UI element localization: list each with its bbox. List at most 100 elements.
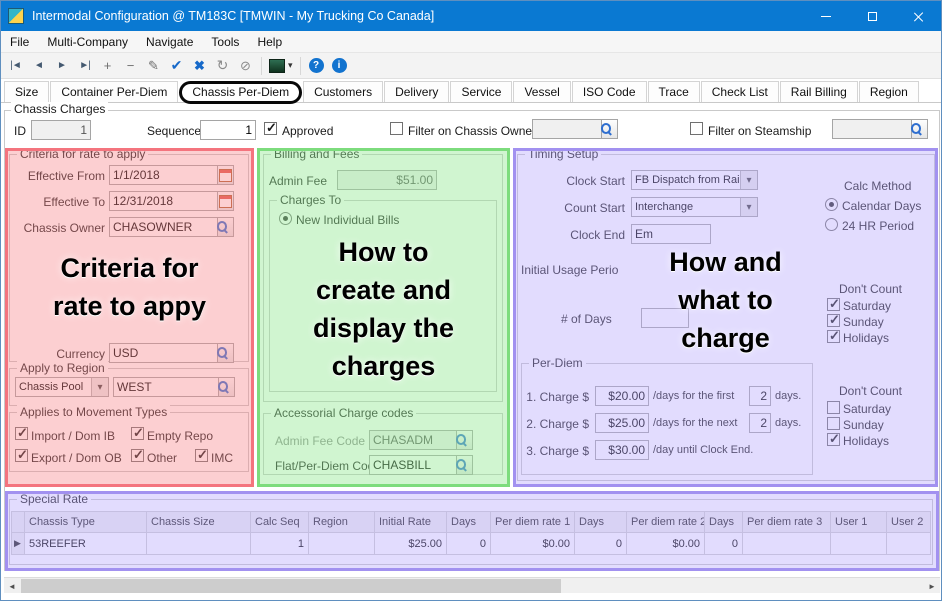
id-field[interactable]: 1 <box>31 120 91 140</box>
edit-record-icon[interactable]: ✎ <box>143 56 164 76</box>
reports-dropdown-icon[interactable]: ▾ <box>288 60 293 71</box>
export-dom-ob-label[interactable]: Export / Dom OB <box>31 451 122 465</box>
tab-check-list[interactable]: Check List <box>701 81 779 102</box>
empty-repo-label[interactable]: Empty Repo <box>147 429 213 443</box>
col-per-diem-rate-3[interactable]: Per diem rate 3 <box>743 511 831 533</box>
table-row[interactable]: ▶ 53REEFER 1 $25.00 0 $0.00 0 $0.00 0 <box>11 533 931 555</box>
filter-steamship-lookup-button[interactable] <box>911 119 928 139</box>
other-checkbox[interactable] <box>131 449 144 462</box>
charge3-amount-field[interactable]: $30.00 <box>595 440 649 460</box>
minimize-button[interactable] <box>803 1 849 31</box>
filter-steamship-field[interactable] <box>832 119 912 139</box>
chassis-owner-field[interactable]: CHASOWNER <box>109 217 218 237</box>
charge2-days-field[interactable]: 2 <box>749 413 771 433</box>
abort-icon[interactable]: ⊘ <box>235 56 256 76</box>
filter-chassis-owner-checkbox[interactable] <box>390 122 403 135</box>
admin-fee-field[interactable]: $51.00 <box>337 170 437 190</box>
menu-tools[interactable]: Tools <box>202 31 248 52</box>
tab-rail-billing[interactable]: Rail Billing <box>780 81 858 102</box>
filter-chassis-owner-label[interactable]: Filter on Chassis Owner <box>408 124 536 138</box>
effective-from-field[interactable]: 1/1/2018 <box>109 165 218 185</box>
close-button[interactable] <box>895 1 941 31</box>
next-record-icon[interactable]: ► <box>51 56 72 76</box>
tab-region[interactable]: Region <box>859 81 919 102</box>
filter-steamship-checkbox[interactable] <box>690 122 703 135</box>
cancel-icon[interactable]: ✖ <box>189 56 210 76</box>
admin-fee-code-lookup-button[interactable] <box>456 430 473 450</box>
24hr-period-radio[interactable] <box>825 218 838 231</box>
scroll-left-icon[interactable]: ◄ <box>4 578 20 594</box>
chassis-owner-lookup-button[interactable] <box>217 217 234 237</box>
reports-button[interactable]: ▾ <box>267 56 295 76</box>
col-days-3[interactable]: Days <box>705 511 743 533</box>
other-label[interactable]: Other <box>147 451 177 465</box>
dont-count-top-saturday-checkbox[interactable] <box>827 298 840 311</box>
effective-to-field[interactable]: 12/31/2018 <box>109 191 218 211</box>
previous-record-icon[interactable]: ◄ <box>28 56 49 76</box>
import-dom-ib-label[interactable]: Import / Dom IB <box>31 429 115 443</box>
count-start-dropdown[interactable]: Interchange <box>631 197 758 217</box>
help-button[interactable]: ? <box>306 56 327 76</box>
col-per-diem-rate-1[interactable]: Per diem rate 1 <box>491 511 575 533</box>
col-initial-rate[interactable]: Initial Rate <box>375 511 447 533</box>
sequence-field[interactable]: 1 <box>200 120 256 140</box>
menu-multi-company[interactable]: Multi-Company <box>38 31 137 52</box>
chassis-pool-dropdown[interactable]: Chassis Pool <box>15 377 109 397</box>
col-chassis-type[interactable]: Chassis Type <box>25 511 147 533</box>
filter-steamship-label[interactable]: Filter on Steamship <box>708 124 811 138</box>
col-region[interactable]: Region <box>309 511 375 533</box>
tab-customers[interactable]: Customers <box>303 81 383 102</box>
col-user-1[interactable]: User 1 <box>831 511 887 533</box>
delete-record-icon[interactable]: − <box>120 56 141 76</box>
scroll-right-icon[interactable]: ► <box>924 578 940 594</box>
tab-iso-code[interactable]: ISO Code <box>572 81 647 102</box>
clock-start-dropdown[interactable]: FB Dispatch from Rail Yard <box>631 170 758 190</box>
horizontal-scrollbar[interactable]: ◄ ► <box>4 577 940 593</box>
currency-lookup-button[interactable] <box>217 343 234 363</box>
calendar-days-label[interactable]: Calendar Days <box>842 199 921 213</box>
24hr-period-label[interactable]: 24 HR Period <box>842 219 914 233</box>
dont-count-top-saturday-label[interactable]: Saturday <box>843 299 891 313</box>
add-record-icon[interactable]: + <box>97 56 118 76</box>
charge1-amount-field[interactable]: $20.00 <box>595 386 649 406</box>
filter-chassis-owner-lookup-button[interactable] <box>601 119 618 139</box>
col-per-diem-rate-2[interactable]: Per diem rate 2 <box>627 511 705 533</box>
new-individual-bills-radio[interactable] <box>279 212 292 225</box>
flat-per-diem-code-lookup-button[interactable] <box>456 455 473 475</box>
charge1-days-field[interactable]: 2 <box>749 386 771 406</box>
flat-per-diem-code-field[interactable]: CHASBILL <box>369 455 457 475</box>
refresh-icon[interactable]: ↻ <box>212 56 233 76</box>
calendar-days-radio[interactable] <box>825 198 838 211</box>
tab-delivery[interactable]: Delivery <box>384 81 449 102</box>
tab-chassis-per-diem[interactable]: Chassis Per-Diem <box>179 81 302 104</box>
region-field[interactable]: WEST <box>113 377 219 397</box>
dont-count-bottom-holidays-label[interactable]: Holidays <box>843 434 889 448</box>
dont-count-bottom-sunday-label[interactable]: Sunday <box>843 418 884 432</box>
admin-fee-code-field[interactable]: CHASADM <box>369 430 457 450</box>
approved-label[interactable]: Approved <box>282 124 333 138</box>
effective-to-calendar-icon[interactable] <box>217 191 234 211</box>
tab-vessel[interactable]: Vessel <box>513 81 570 102</box>
last-record-icon[interactable]: ►| <box>74 56 95 76</box>
save-icon[interactable]: ✔ <box>166 56 187 76</box>
scrollbar-thumb[interactable] <box>21 579 561 593</box>
dont-count-top-sunday-label[interactable]: Sunday <box>843 315 884 329</box>
menu-file[interactable]: File <box>1 31 38 52</box>
approved-checkbox[interactable] <box>264 122 277 135</box>
col-days-2[interactable]: Days <box>575 511 627 533</box>
col-chassis-size[interactable]: Chassis Size <box>147 511 251 533</box>
dont-count-bottom-holidays-checkbox[interactable] <box>827 433 840 446</box>
tab-trace[interactable]: Trace <box>648 81 700 102</box>
menu-navigate[interactable]: Navigate <box>137 31 202 52</box>
tab-service[interactable]: Service <box>450 81 512 102</box>
import-dom-ib-checkbox[interactable] <box>15 427 28 440</box>
first-record-icon[interactable]: |◄ <box>5 56 26 76</box>
imc-label[interactable]: IMC <box>211 451 233 465</box>
new-individual-bills-label[interactable]: New Individual Bills <box>296 213 399 227</box>
dont-count-top-holidays-checkbox[interactable] <box>827 330 840 343</box>
filter-chassis-owner-field[interactable] <box>532 119 602 139</box>
currency-field[interactable]: USD <box>109 343 218 363</box>
dont-count-bottom-sunday-checkbox[interactable] <box>827 417 840 430</box>
num-days-field[interactable] <box>641 308 689 328</box>
col-calc-seq[interactable]: Calc Seq <box>251 511 309 533</box>
